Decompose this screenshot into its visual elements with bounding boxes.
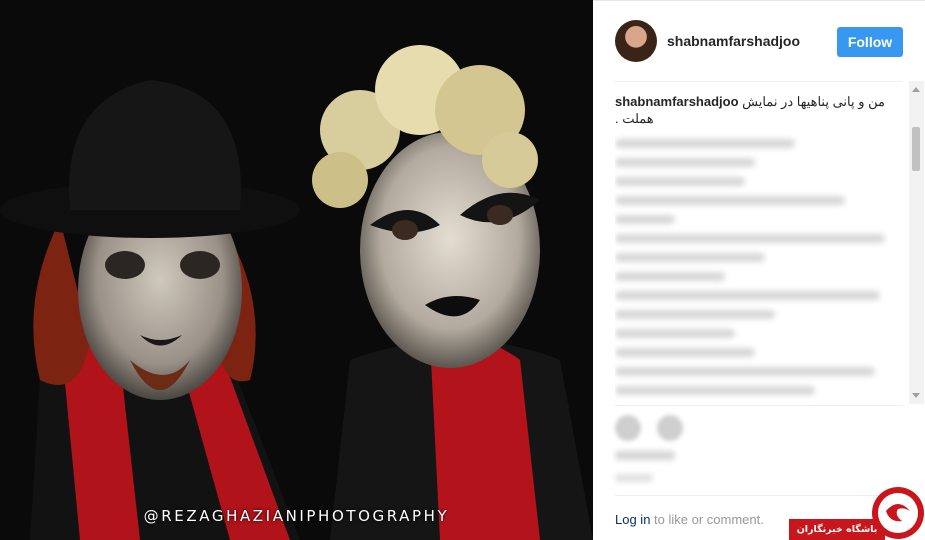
blurred-comment: [615, 310, 775, 319]
blurred-comment: [615, 386, 815, 395]
divider: [615, 495, 903, 496]
blurred-comment: [615, 291, 880, 300]
post-actions: [615, 415, 695, 446]
comments-scrollbar[interactable]: [909, 81, 924, 404]
likes-count-blurred: [615, 451, 675, 460]
post-header: shabnamfarshadjoo Follow: [593, 1, 925, 81]
post-side-panel: shabnamfarshadjoo Follow shabnamfarshadj…: [593, 0, 925, 540]
like-icon[interactable]: [615, 415, 641, 441]
blurred-comment: [615, 253, 765, 262]
scroll-down-arrow-icon[interactable]: [912, 393, 920, 398]
blurred-comment: [615, 139, 795, 148]
news-agency-logo-icon: [872, 487, 924, 539]
scroll-up-arrow-icon[interactable]: [912, 87, 920, 92]
login-prompt: Log in to like or comment.: [615, 512, 764, 527]
comments-list[interactable]: shabnamfarshadjoo من و پانی پناهیها در ن…: [615, 93, 905, 405]
login-link[interactable]: Log in: [615, 512, 650, 527]
blurred-comment: [615, 234, 885, 243]
post-photo[interactable]: @REZAGHAZIANIPHOTOGRAPHY: [0, 0, 593, 540]
blurred-comment: [615, 215, 675, 224]
caption: shabnamfarshadjoo من و پانی پناهیها در ن…: [615, 93, 905, 127]
blurred-comment: [615, 196, 845, 205]
avatar[interactable]: [615, 20, 657, 62]
comment-icon[interactable]: [657, 415, 684, 441]
follow-button[interactable]: Follow: [837, 27, 903, 57]
post-date-blurred: [615, 474, 653, 482]
blurred-comment: [615, 348, 755, 357]
photo-illustration: [0, 45, 593, 540]
blurred-comment: [615, 367, 875, 376]
blurred-comment: [615, 158, 755, 167]
login-prompt-text: to like or comment.: [650, 512, 764, 527]
blurred-comment: [615, 272, 725, 281]
divider: [615, 81, 903, 82]
divider: [615, 405, 903, 406]
username-link[interactable]: shabnamfarshadjoo: [667, 33, 800, 49]
blurred-comment: [615, 329, 735, 338]
caption-username[interactable]: shabnamfarshadjoo: [615, 94, 739, 109]
scroll-thumb[interactable]: [912, 127, 920, 171]
blurred-comment: [615, 177, 745, 186]
photo-watermark: @REZAGHAZIANIPHOTOGRAPHY: [143, 507, 450, 525]
